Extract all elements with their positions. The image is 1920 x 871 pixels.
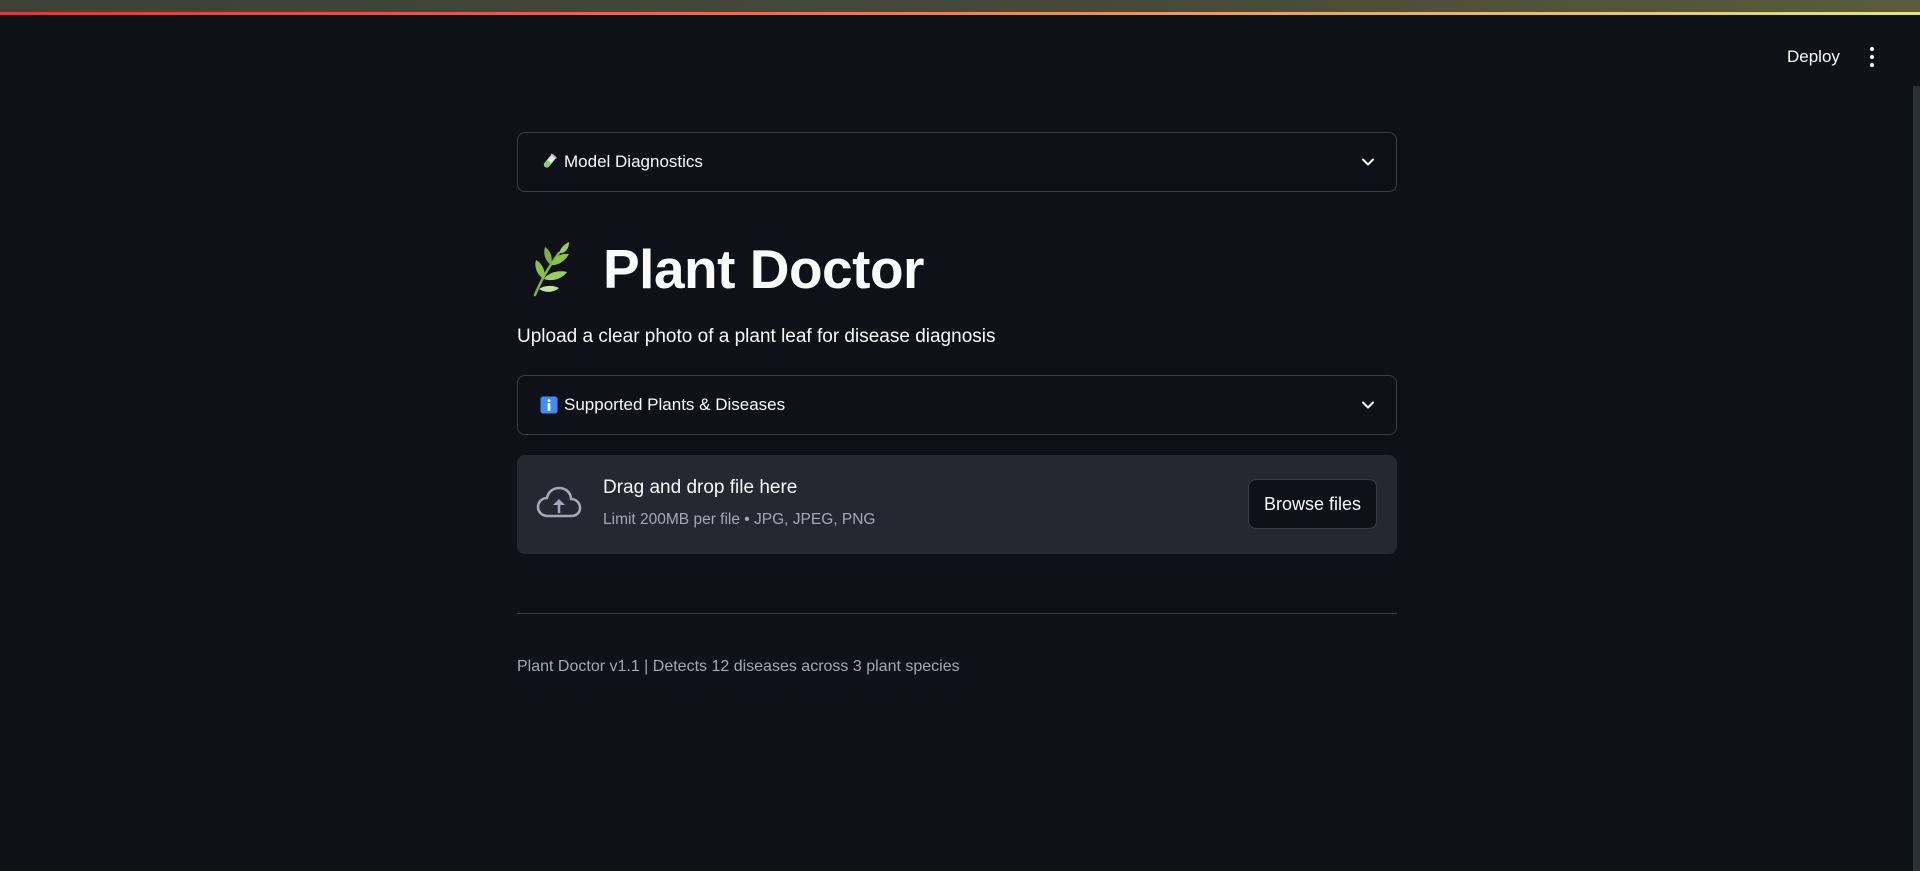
top-decoration-line: [0, 12, 1920, 15]
chevron-down-icon: [1360, 154, 1376, 170]
top-decoration-bar: [0, 0, 1920, 15]
footer-caption: Plant Doctor v1.1 | Detects 12 diseases …: [517, 658, 960, 675]
model-diagnostics-expander[interactable]: Model Diagnostics: [517, 132, 1397, 192]
test-tube-icon: [540, 153, 558, 171]
page-title: Plant Doctor: [603, 238, 924, 300]
page-header: Plant Doctor: [517, 234, 924, 304]
more-vertical-icon[interactable]: [1861, 44, 1883, 70]
dropzone-title: Drag and drop file here: [603, 477, 798, 498]
model-diagnostics-label: Model Diagnostics: [564, 152, 703, 171]
info-icon: [540, 396, 558, 414]
supported-plants-label: Supported Plants & Diseases: [564, 395, 786, 414]
chevron-down-icon: [1360, 397, 1376, 413]
dropzone-limit-text: Limit 200MB per file • JPG, JPEG, PNG: [603, 511, 876, 528]
scrollbar[interactable]: [1913, 86, 1920, 871]
cloud-upload-icon: [536, 485, 582, 521]
menu-dot: [1870, 63, 1874, 67]
browse-files-button[interactable]: Browse files: [1247, 479, 1377, 529]
deploy-button[interactable]: Deploy: [1775, 42, 1852, 72]
file-uploader-dropzone[interactable]: Drag and drop file here Limit 200MB per …: [517, 455, 1397, 554]
herb-leaf-icon: [525, 239, 581, 299]
divider: [517, 613, 1397, 614]
page-subtitle: Upload a clear photo of a plant leaf for…: [517, 326, 996, 347]
menu-dot: [1870, 55, 1874, 59]
top-decoration-band: [0, 0, 1920, 12]
supported-plants-expander[interactable]: Supported Plants & Diseases: [517, 375, 1397, 435]
menu-dot: [1870, 47, 1874, 51]
